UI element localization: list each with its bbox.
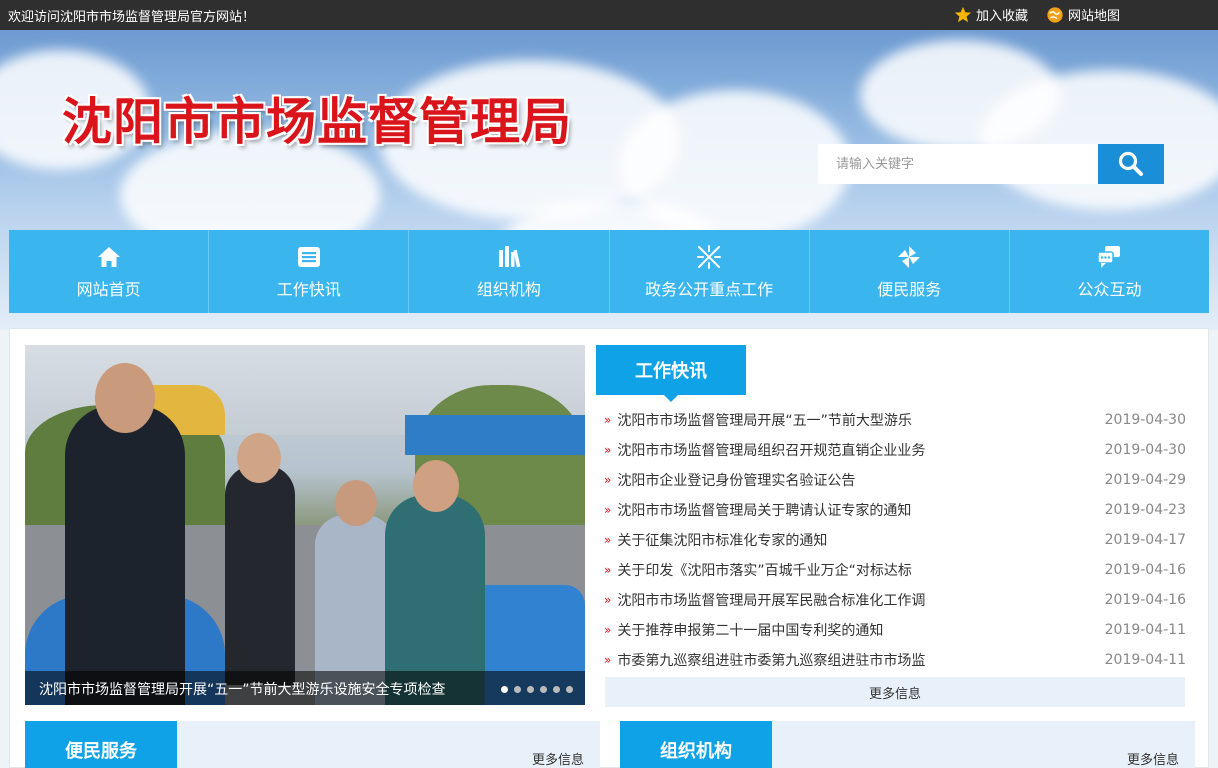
pinwheel-icon bbox=[898, 245, 921, 268]
news-date: 2019-04-29 bbox=[1104, 472, 1186, 488]
nav-label: 组织机构 bbox=[476, 279, 541, 299]
add-bookmark-link[interactable]: 加入收藏 bbox=[954, 5, 1028, 24]
news-date: 2019-04-16 bbox=[1104, 592, 1186, 608]
public-service-section: 便民服务 更多信息 bbox=[25, 721, 600, 768]
nav-label: 便民服务 bbox=[877, 279, 942, 299]
news-icon bbox=[297, 246, 320, 267]
news-date: 2019-04-23 bbox=[1104, 502, 1186, 518]
news-item: 沈阳市市场监督管理局组织召开规范直销企业业务 2019-04-30 bbox=[596, 435, 1186, 465]
news-title-link[interactable]: 关于推荐申报第二十一届中国专利奖的通知 bbox=[596, 620, 883, 640]
slider-dot[interactable] bbox=[540, 686, 547, 693]
cloud-decoration bbox=[980, 70, 1218, 210]
search-button[interactable] bbox=[1098, 144, 1164, 184]
news-title-link[interactable]: 关于印发《沈阳市落实”百城千业万企“对标达标 bbox=[596, 560, 912, 580]
sitemap-link[interactable]: 网站地图 bbox=[1046, 5, 1120, 24]
slider-dot[interactable] bbox=[566, 686, 573, 693]
news-date: 2019-04-30 bbox=[1104, 442, 1186, 458]
public-service-more-link[interactable]: 更多信息 bbox=[532, 749, 584, 768]
nav-label: 政务公开重点工作 bbox=[645, 279, 774, 299]
news-item: 市委第九巡察组进驻市委第九巡察组进驻市市场监 2019-04-11 bbox=[596, 645, 1186, 675]
search-bar bbox=[818, 144, 1164, 184]
news-item: 沈阳市企业登记身份管理实名验证公告 2019-04-29 bbox=[596, 465, 1186, 495]
slider-dot[interactable] bbox=[527, 686, 534, 693]
news-date: 2019-04-11 bbox=[1104, 622, 1186, 638]
slider-dot[interactable] bbox=[501, 686, 508, 693]
news-item: 关于印发《沈阳市落实”百城千业万企“对标达标 2019-04-16 bbox=[596, 555, 1186, 585]
news-item: 关于推荐申报第二十一届中国专利奖的通知 2019-04-11 bbox=[596, 615, 1186, 645]
slider-dot[interactable] bbox=[514, 686, 521, 693]
welcome-text: 欢迎访问沈阳市市场监督管理局官方网站！ bbox=[8, 10, 256, 25]
news-item: 关于征集沈阳市标准化专家的通知 2019-04-17 bbox=[596, 525, 1186, 555]
search-input[interactable] bbox=[818, 144, 1098, 184]
chat-icon bbox=[1097, 245, 1121, 268]
sitemap-label: 网站地图 bbox=[1068, 9, 1121, 24]
news-item: 沈阳市市场监督管理局关于聘请认证专家的通知 2019-04-23 bbox=[596, 495, 1186, 525]
news-title-link[interactable]: 市委第九巡察组进驻市委第九巡察组进驻市市场监 bbox=[596, 650, 925, 670]
work-news-tab[interactable]: 工作快讯 bbox=[596, 345, 746, 402]
news-date: 2019-04-17 bbox=[1104, 532, 1186, 548]
news-title-link[interactable]: 关于征集沈阳市标准化专家的通知 bbox=[596, 530, 827, 550]
news-more-button[interactable]: 更多信息 bbox=[605, 677, 1185, 707]
news-title-link[interactable]: 沈阳市市场监督管理局开展军民融合标准化工作调 bbox=[596, 590, 925, 610]
work-news-panel: 工作快讯 沈阳市市场监督管理局开展“五一”节前大型游乐 2019-04-30 沈阳… bbox=[596, 345, 1186, 707]
top-bar: 欢迎访问沈阳市市场监督管理局官方网站！ 加入收藏 网站地图 bbox=[0, 0, 1218, 30]
star-icon bbox=[954, 6, 972, 22]
nav-organization[interactable]: 组织机构 bbox=[409, 230, 610, 313]
nav-label: 网站首页 bbox=[76, 279, 141, 299]
news-title-link[interactable]: 沈阳市市场监督管理局关于聘请认证专家的通知 bbox=[596, 500, 911, 520]
slider-photo bbox=[25, 345, 585, 705]
news-item: 沈阳市市场监督管理局开展军民融合标准化工作调 2019-04-16 bbox=[596, 585, 1186, 615]
nav-public-interaction[interactable]: 公众互动 bbox=[1010, 230, 1209, 313]
site-title: 沈阳市市场监督管理局 bbox=[62, 92, 572, 151]
nav-label: 工作快讯 bbox=[276, 279, 341, 299]
nav-work-news[interactable]: 工作快讯 bbox=[209, 230, 410, 313]
organization-section: 组织机构 更多信息 bbox=[620, 721, 1195, 768]
nav-label: 公众互动 bbox=[1077, 279, 1142, 299]
photo-slider[interactable]: 沈阳市市场监督管理局开展“五一”节前大型游乐设施安全专项检查 bbox=[25, 345, 585, 705]
top-links: 加入收藏 网站地图 bbox=[954, 5, 1120, 24]
add-bookmark-label: 加入收藏 bbox=[976, 9, 1029, 24]
nav-public-service[interactable]: 便民服务 bbox=[810, 230, 1010, 313]
home-icon bbox=[97, 246, 120, 267]
sparkle-icon bbox=[697, 244, 722, 269]
slider-dot[interactable] bbox=[553, 686, 560, 693]
main-panel: 沈阳市市场监督管理局开展“五一”节前大型游乐设施安全专项检查 工作快讯 沈阳市市… bbox=[9, 328, 1209, 768]
slider-dots bbox=[501, 686, 573, 693]
news-date: 2019-04-16 bbox=[1104, 562, 1186, 578]
search-icon bbox=[1118, 151, 1143, 176]
news-title-link[interactable]: 沈阳市企业登记身份管理实名验证公告 bbox=[596, 470, 855, 490]
globe-icon bbox=[1047, 6, 1063, 23]
news-item: 沈阳市市场监督管理局开展“五一”节前大型游乐 2019-04-30 bbox=[596, 405, 1186, 435]
public-service-tab[interactable]: 便民服务 bbox=[25, 721, 177, 768]
news-date: 2019-04-30 bbox=[1104, 412, 1186, 428]
news-list: 沈阳市市场监督管理局开展“五一”节前大型游乐 2019-04-30 沈阳市市场监督… bbox=[596, 405, 1186, 675]
news-title-link[interactable]: 沈阳市市场监督管理局组织召开规范直销企业业务 bbox=[596, 440, 925, 460]
organization-more-link[interactable]: 更多信息 bbox=[1127, 749, 1179, 768]
nav-government-affairs[interactable]: 政务公开重点工作 bbox=[610, 230, 810, 313]
news-title-link[interactable]: 沈阳市市场监督管理局开展“五一”节前大型游乐 bbox=[596, 410, 912, 430]
organization-tab[interactable]: 组织机构 bbox=[620, 721, 772, 768]
main-nav: 网站首页 工作快讯 组织机构 政务公开重点工作 便民服务 公众互动 bbox=[9, 230, 1209, 313]
nav-home[interactable]: 网站首页 bbox=[9, 230, 210, 313]
news-date: 2019-04-11 bbox=[1104, 652, 1186, 668]
books-icon bbox=[498, 245, 521, 267]
